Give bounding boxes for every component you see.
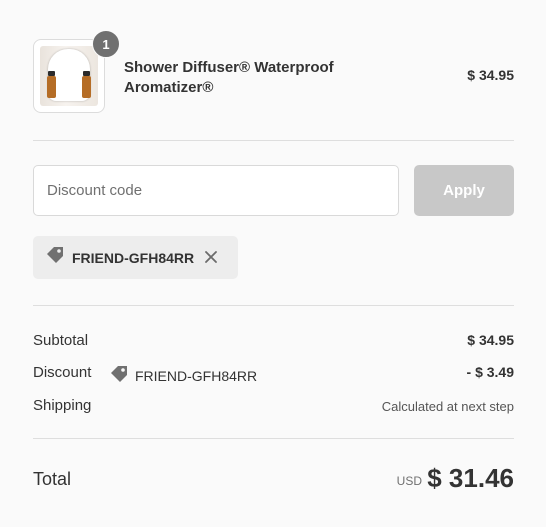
discount-label: Discount <box>33 364 92 381</box>
divider <box>33 140 514 141</box>
quantity-badge: 1 <box>92 30 120 58</box>
total-row: Total USD $ 31.46 <box>33 463 514 495</box>
shipping-value: Calculated at next step <box>381 399 514 414</box>
total-amount: $ 31.46 <box>427 463 514 493</box>
total-label: Total <box>33 469 72 489</box>
cart-line-item: 1 Shower Diffuser® Waterproof Aromatizer… <box>33 30 514 115</box>
applied-discount-tag: FRIEND-GFH84RR <box>33 236 238 279</box>
discount-code-input[interactable] <box>33 165 399 216</box>
remove-discount-close-icon[interactable] <box>204 248 218 268</box>
divider <box>33 438 514 439</box>
discount-value: - $ 3.49 <box>466 364 514 380</box>
product-price: $ 34.95 <box>467 67 514 83</box>
discount-code-info: FRIEND-GFH84RR <box>109 364 257 388</box>
shipping-label: Shipping <box>33 397 92 414</box>
tag-icon <box>45 245 65 270</box>
tag-icon <box>109 364 129 388</box>
discount-code-text: FRIEND-GFH84RR <box>135 368 258 384</box>
applied-discount-code: FRIEND-GFH84RR <box>72 249 195 266</box>
apply-button[interactable]: Apply <box>414 165 514 216</box>
divider <box>33 305 514 306</box>
subtotal-label: Subtotal <box>33 332 89 349</box>
currency-code: USD <box>396 474 422 488</box>
product-title: Shower Diffuser® Waterproof Aromatizer® <box>124 59 334 96</box>
subtotal-value: $ 34.95 <box>467 332 514 348</box>
